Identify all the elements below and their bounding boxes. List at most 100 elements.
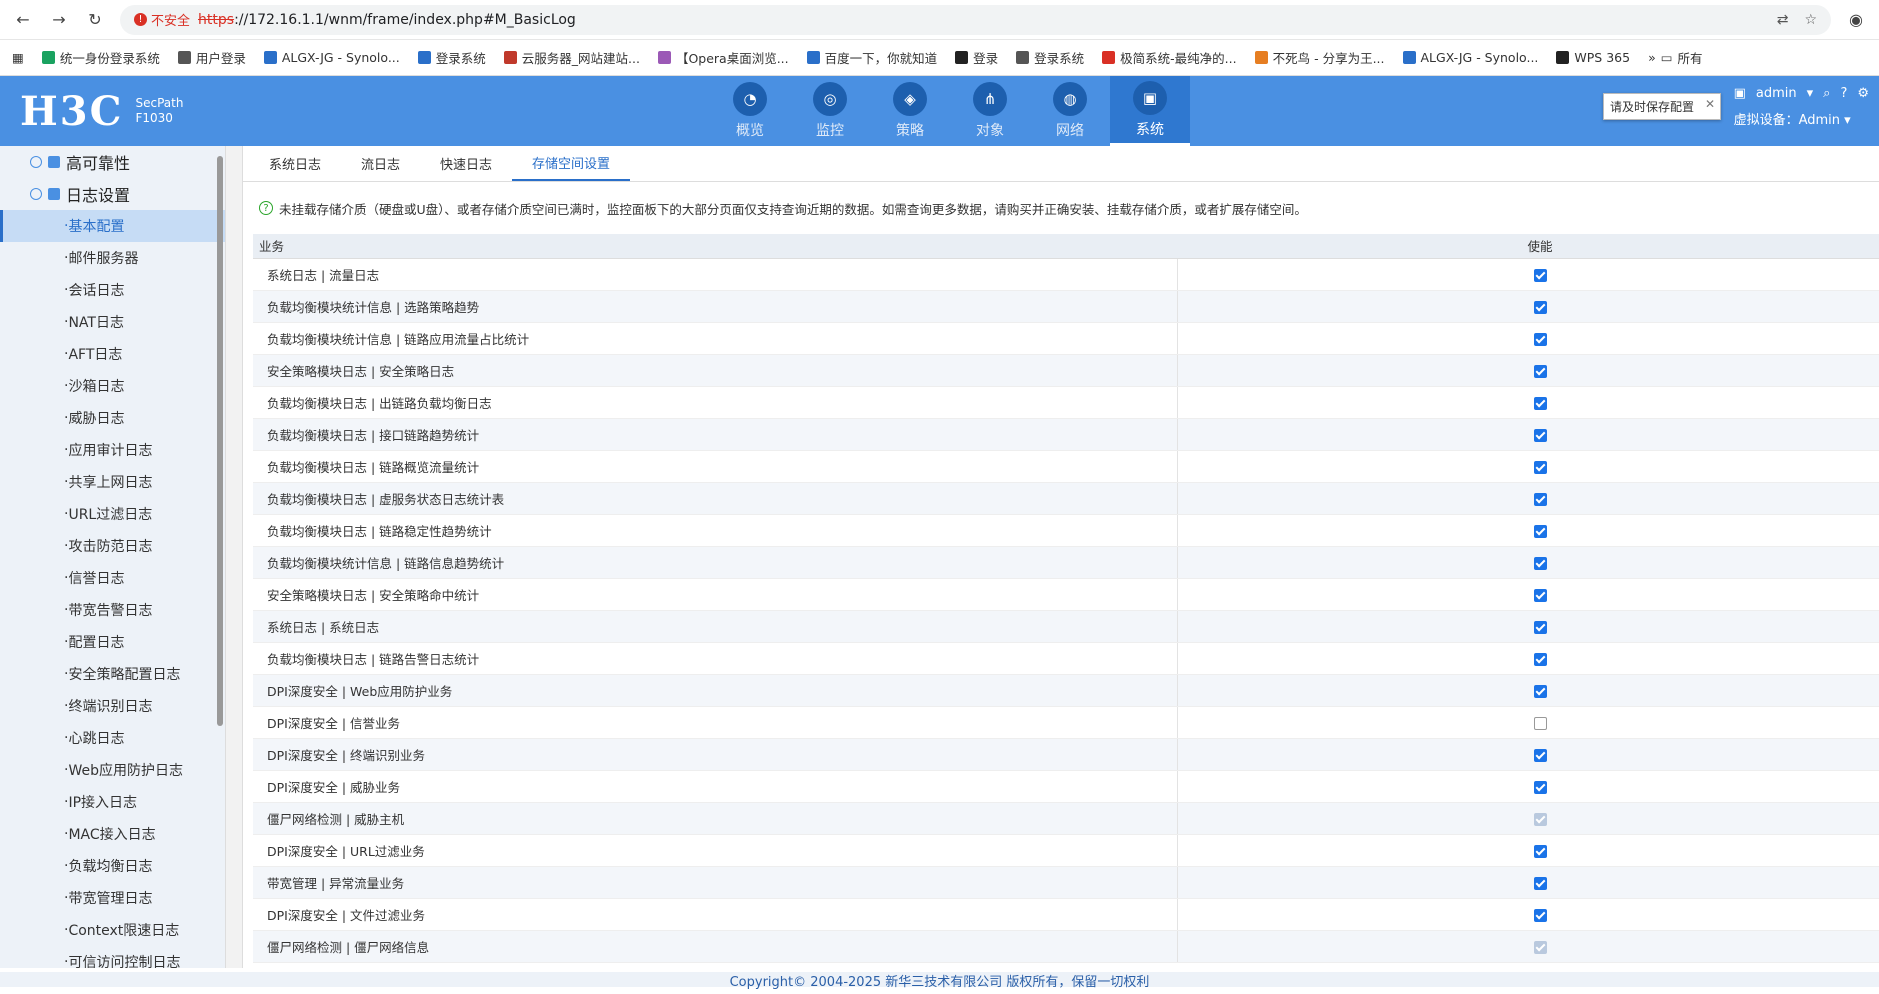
- sidebar-item[interactable]: · NAT日志: [0, 306, 225, 338]
- sidebar-item[interactable]: · 应用审计日志: [0, 434, 225, 466]
- sidebar-item[interactable]: · 带宽告警日志: [0, 594, 225, 626]
- all-bookmarks[interactable]: » ▭ 所有: [1648, 48, 1702, 67]
- sidebar-item[interactable]: · AFT日志: [0, 338, 225, 370]
- enable-checkbox[interactable]: [1533, 268, 1547, 282]
- enable-checkbox[interactable]: [1533, 684, 1547, 698]
- sidebar-item[interactable]: · 共享上网日志: [0, 466, 225, 498]
- enable-checkbox[interactable]: [1533, 780, 1547, 794]
- enable-checkbox[interactable]: [1533, 620, 1547, 634]
- sidebar-item[interactable]: · 信誉日志: [0, 562, 225, 594]
- bookmark-item[interactable]: 云服务器_网站建站...: [503, 48, 640, 67]
- enable-cell: [1177, 482, 1879, 515]
- settings-icon[interactable]: ⚙: [1857, 86, 1869, 101]
- enable-checkbox[interactable]: [1533, 908, 1547, 922]
- nav-item-4[interactable]: ◍ 网络: [1030, 76, 1110, 146]
- sidebar-item[interactable]: · 攻击防范日志: [0, 530, 225, 562]
- close-icon[interactable]: ✕: [1705, 97, 1715, 111]
- enable-checkbox[interactable]: [1533, 524, 1547, 538]
- address-bar[interactable]: ! 不安全 https://172.16.1.1/wnm/frame/index.…: [120, 4, 1831, 35]
- profile-icon[interactable]: ◉: [1845, 9, 1867, 31]
- bookmark-item[interactable]: ALGX-JG - Synolo...: [1402, 50, 1538, 65]
- bookmark-item[interactable]: 登录系统: [417, 48, 486, 67]
- nav-item-0[interactable]: ◔ 概览: [710, 76, 790, 146]
- sidebar-item[interactable]: · 沙箱日志: [0, 370, 225, 402]
- sidebar-item[interactable]: · 负载均衡日志: [0, 850, 225, 882]
- sidebar: 高可靠性 日志设置 · 基本配置 · 邮件服务器 · 会话日志 · NAT日志 · AFT日…: [0, 146, 225, 968]
- enable-checkbox[interactable]: [1533, 396, 1547, 410]
- table-row: 僵尸网络检测 | 威胁主机: [253, 802, 1879, 835]
- nav-item-3[interactable]: ⋔ 对象: [950, 76, 1030, 146]
- sidebar-item[interactable]: · MAC接入日志: [0, 818, 225, 850]
- tab-2[interactable]: 快速日志: [420, 146, 512, 181]
- search-icon[interactable]: ⌕: [1823, 86, 1830, 101]
- enable-checkbox[interactable]: [1533, 588, 1547, 602]
- enable-checkbox[interactable]: [1533, 364, 1547, 378]
- bookmark-item[interactable]: WPS 365: [1556, 50, 1630, 65]
- enable-checkbox[interactable]: [1533, 652, 1547, 666]
- bookmark-item[interactable]: 登录系统: [1016, 48, 1084, 67]
- save-icon[interactable]: ▣: [1734, 86, 1746, 101]
- star-icon[interactable]: ☆: [1804, 12, 1817, 28]
- tab-0[interactable]: 系统日志: [249, 146, 341, 181]
- expand-icon[interactable]: [30, 188, 42, 200]
- sidebar-item[interactable]: · 心跳日志: [0, 722, 225, 754]
- enable-checkbox[interactable]: [1533, 876, 1547, 890]
- forward-icon[interactable]: →: [48, 9, 70, 31]
- enable-checkbox[interactable]: [1533, 748, 1547, 762]
- sidebar-group[interactable]: 高可靠性: [0, 146, 225, 178]
- expand-icon[interactable]: [30, 156, 42, 168]
- sidebar-item[interactable]: · 会话日志: [0, 274, 225, 306]
- enable-checkbox[interactable]: [1533, 332, 1547, 346]
- bookmark-item[interactable]: 统一身份登录系统: [41, 48, 160, 67]
- bookmark-item[interactable]: ALGX-JG - Synolo...: [263, 50, 400, 65]
- nav-item-2[interactable]: ◈ 策略: [870, 76, 950, 146]
- bookmark-item[interactable]: 极简系统-最纯净的...: [1102, 48, 1237, 67]
- reload-icon[interactable]: ↻: [84, 9, 106, 31]
- sidebar-scrollbar[interactable]: [217, 156, 223, 726]
- sidebar-item[interactable]: · 可信访问控制日志: [0, 946, 225, 968]
- back-icon[interactable]: ←: [12, 9, 34, 31]
- insecure-indicator[interactable]: ! 不安全: [134, 10, 190, 29]
- enable-checkbox[interactable]: [1533, 428, 1547, 442]
- nav-item-5[interactable]: ▣ 系统: [1110, 76, 1190, 146]
- chevron-down-icon[interactable]: ▾: [1844, 113, 1851, 128]
- sidebar-item[interactable]: · Web应用防护日志: [0, 754, 225, 786]
- sidebar-item-label: 负载均衡日志: [68, 859, 153, 875]
- apps-icon[interactable]: ▦: [12, 50, 24, 65]
- sidebar-item[interactable]: · 配置日志: [0, 626, 225, 658]
- url-text: ://172.16.1.1/wnm/frame/index.php#M_Basi…: [234, 11, 576, 28]
- sidebar-item[interactable]: · IP接入日志: [0, 786, 225, 818]
- help-icon[interactable]: ?: [1840, 86, 1847, 101]
- nav-item-1[interactable]: ◎ 监控: [790, 76, 870, 146]
- enable-checkbox[interactable]: [1533, 844, 1547, 858]
- bookmark-item[interactable]: 用户登录: [177, 48, 246, 67]
- sidebar-item-label: AFT日志: [68, 347, 123, 363]
- bookmark-item[interactable]: 百度一下，你就知道: [806, 48, 937, 67]
- translate-icon[interactable]: ⇄: [1777, 12, 1789, 28]
- enable-checkbox[interactable]: [1533, 492, 1547, 506]
- bookmark-item[interactable]: 不死鸟 - 分享为王...: [1254, 48, 1385, 67]
- sidebar-item[interactable]: · 带宽管理日志: [0, 882, 225, 914]
- enable-checkbox[interactable]: [1533, 556, 1547, 570]
- user-menu[interactable]: admin: [1756, 86, 1797, 101]
- enable-checkbox[interactable]: [1533, 716, 1547, 730]
- sidebar-item[interactable]: · URL过滤日志: [0, 498, 225, 530]
- bookmark-item[interactable]: 【Opera桌面浏览...: [657, 48, 789, 67]
- sidebar-item[interactable]: · Context限速日志: [0, 914, 225, 946]
- bookmark-label: ALGX-JG - Synolo...: [281, 50, 400, 65]
- sidebar-item[interactable]: · 威胁日志: [0, 402, 225, 434]
- bookmark-item[interactable]: 登录: [955, 48, 998, 67]
- sidebar-splitter[interactable]: [225, 146, 242, 968]
- sidebar-group[interactable]: 日志设置: [0, 178, 225, 210]
- sidebar-item[interactable]: · 终端识别日志: [0, 690, 225, 722]
- chevron-down-icon[interactable]: ▾: [1807, 86, 1814, 101]
- sidebar-item[interactable]: · 安全策略配置日志: [0, 658, 225, 690]
- sidebar-item-label: 可信访问控制日志: [68, 955, 181, 968]
- sidebar-item[interactable]: · 邮件服务器: [0, 242, 225, 274]
- tab-3[interactable]: 存储空间设置: [512, 146, 631, 181]
- enable-checkbox[interactable]: [1533, 460, 1547, 474]
- virtual-device-select[interactable]: 虚拟设备：Admin: [1734, 113, 1840, 128]
- tab-1[interactable]: 流日志: [341, 146, 420, 181]
- sidebar-item[interactable]: · 基本配置: [0, 210, 225, 242]
- enable-checkbox[interactable]: [1533, 300, 1547, 314]
